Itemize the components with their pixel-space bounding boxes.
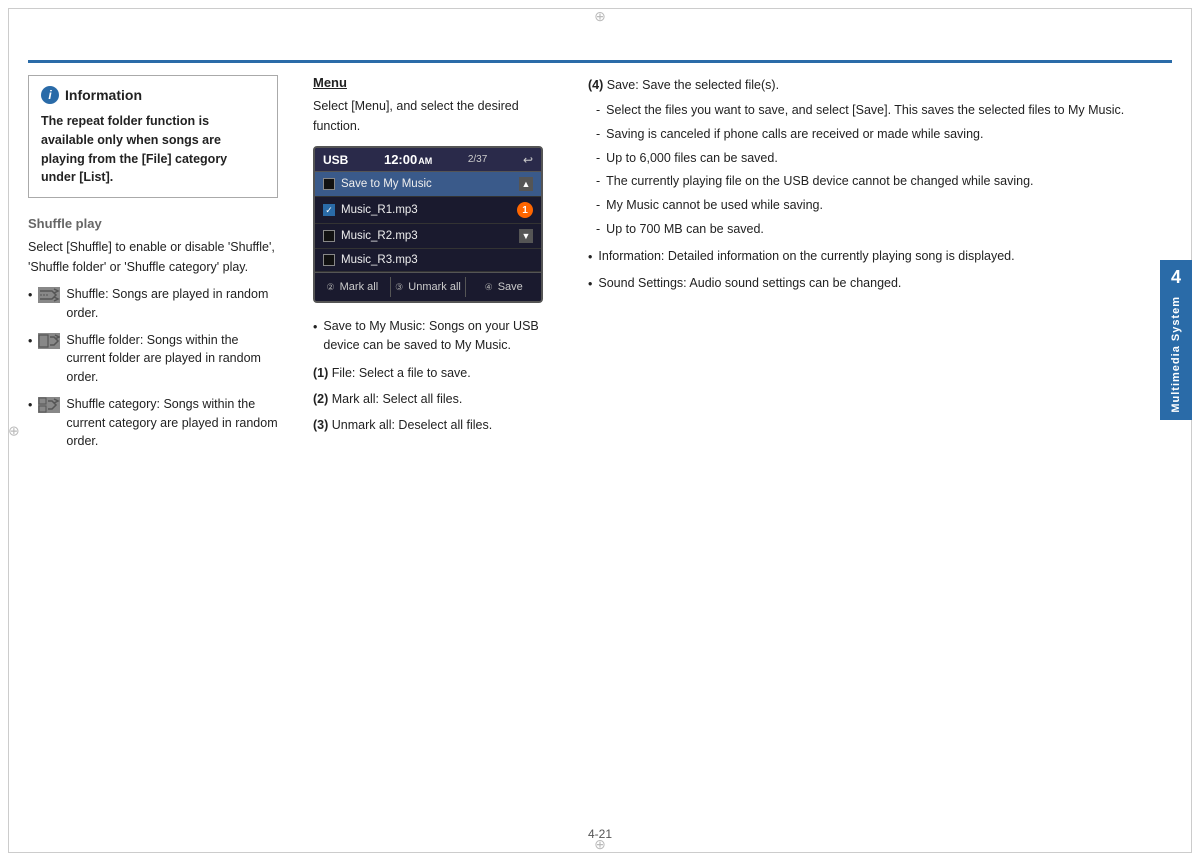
mark-all-num: ② — [327, 282, 335, 292]
shuffle-heading: Shuffle play — [28, 216, 278, 231]
numbered-2: (2) Mark all: Select all files. — [313, 389, 563, 409]
info-box: i Information The repeat folder function… — [28, 75, 278, 198]
shuffle-intro: Select [Shuffle] to enable or disable 'S… — [28, 237, 278, 277]
left-column: i Information The repeat folder function… — [28, 75, 298, 811]
top-center-mark: ⊕ — [594, 8, 606, 25]
usb-row-right-save: ▲ — [519, 177, 533, 191]
usb-row-3-left: Music_R3.mp3 — [323, 254, 418, 266]
mark-all-btn[interactable]: ② Mark all — [315, 277, 391, 297]
usb-row-1-left: ✓ Music_R1.mp3 — [323, 204, 418, 216]
chapter-number: 4 — [1171, 267, 1181, 288]
num-2-text: Mark all: Select all files. — [332, 392, 463, 406]
num-4: (4) — [588, 78, 607, 92]
shuffle-icon-2 — [38, 333, 60, 349]
usb-back-icon[interactable]: ↩ — [523, 153, 533, 167]
scroll-down-btn[interactable]: ▼ — [519, 229, 533, 243]
usb-row-2[interactable]: Music_R2.mp3 ▼ — [315, 224, 541, 249]
shuffle-item-1: Shuffle: Songs are played in random orde… — [66, 285, 278, 323]
num-1-text: File: Select a file to save. — [332, 366, 471, 380]
dash-item-1: Select the files you want to save, and s… — [588, 101, 1150, 120]
menu-intro: Select [Menu], and select the desired fu… — [313, 96, 563, 136]
shuffle-item-2: Shuffle folder: Songs within the current… — [66, 331, 278, 387]
right-bullet-2: Sound Settings: Audio sound settings can… — [588, 274, 1150, 294]
usb-row-2-right: ▼ — [519, 229, 533, 243]
right-bullet-1: Information: Detailed information on the… — [588, 247, 1150, 267]
dash-item-5: My Music cannot be used while saving. — [588, 196, 1150, 215]
usb-time: 12:00AM — [384, 152, 432, 167]
list-item-save: Save to My Music: Songs on your USB devi… — [313, 317, 563, 355]
usb-checkbox-3[interactable] — [323, 254, 335, 266]
usb-checkbox-save[interactable] — [323, 178, 335, 190]
left-middle-mark: ⊕ — [8, 422, 20, 439]
usb-checkbox-1[interactable]: ✓ — [323, 204, 335, 216]
dash-item-3: Up to 6,000 files can be saved. — [588, 149, 1150, 168]
usb-row-save[interactable]: Save to My Music ▲ — [315, 172, 541, 197]
unmark-all-btn[interactable]: ③ Unmark all — [391, 277, 467, 297]
page-number: 4-21 — [588, 827, 612, 841]
usb-header: USB 12:00AM 2/37 ↩ — [315, 148, 541, 172]
usb-filename-1: Music_R1.mp3 — [341, 204, 418, 216]
info-icon: i — [41, 86, 59, 104]
usb-checkbox-2[interactable] — [323, 230, 335, 242]
unmark-all-num: ③ — [395, 282, 403, 292]
num-1: (1) — [313, 366, 332, 380]
usb-filename-save: Save to My Music — [341, 178, 432, 190]
list-item: Shuffle category: Songs within the curre… — [28, 395, 278, 451]
top-line — [28, 60, 1172, 63]
middle-column: Menu Select [Menu], and select the desir… — [298, 75, 578, 811]
dash-item-6: Up to 700 MB can be saved. — [588, 220, 1150, 239]
usb-row-3[interactable]: Music_R3.mp3 — [315, 249, 541, 272]
shuffle-icon-1 — [38, 287, 60, 303]
shuffle-icon-3 — [38, 397, 60, 413]
menu-bullets: Save to My Music: Songs on your USB devi… — [313, 317, 563, 355]
scroll-up-btn[interactable]: ▲ — [519, 177, 533, 191]
list-item: Shuffle folder: Songs within the current… — [28, 331, 278, 387]
dash-item-2: Saving is canceled if phone calls are re… — [588, 125, 1150, 144]
usb-bottom-bar: ② Mark all ③ Unmark all ④ Save — [315, 272, 541, 301]
usb-filename-2: Music_R2.mp3 — [341, 230, 418, 242]
info-body: The repeat folder function is available … — [41, 112, 265, 187]
right-numbered-4: (4) Save: Save the selected file(s). — [588, 75, 1150, 95]
usb-row-1-right: 1 — [517, 202, 533, 218]
numbered-3: (3) Unmark all: Deselect all files. — [313, 415, 563, 435]
unmark-all-label: Unmark all — [408, 281, 461, 293]
dash-list: Select the files you want to save, and s… — [588, 101, 1150, 239]
chapter-label: Multimedia System — [1170, 296, 1182, 413]
usb-screen: USB 12:00AM 2/37 ↩ Save to My Music ▲ — [313, 146, 543, 303]
num-2: (2) — [313, 392, 332, 406]
right-bullets: Information: Detailed information on the… — [588, 247, 1150, 295]
right-column: (4) Save: Save the selected file(s). Sel… — [578, 75, 1150, 811]
num-4-text: Save: Save the selected file(s). — [607, 78, 779, 92]
save-num: ④ — [485, 282, 493, 292]
usb-counter: 2/37 — [468, 154, 487, 165]
main-content: i Information The repeat folder function… — [28, 75, 1150, 811]
usb-row-1[interactable]: ✓ Music_R1.mp3 1 — [315, 197, 541, 224]
save-music-text: Save to My Music: Songs on your USB devi… — [323, 317, 563, 355]
mark-all-label: Mark all — [340, 281, 379, 293]
page-number-area: 4-21 — [0, 827, 1200, 841]
chapter-tab: 4 Multimedia System — [1160, 260, 1192, 420]
save-label: Save — [498, 281, 523, 293]
num-3: (3) — [313, 418, 332, 432]
usb-filename-3: Music_R3.mp3 — [341, 254, 418, 266]
num-3-text: Unmark all: Deselect all files. — [332, 418, 492, 432]
save-btn[interactable]: ④ Save — [466, 277, 541, 297]
list-item: Shuffle: Songs are played in random orde… — [28, 285, 278, 323]
usb-row-2-left: Music_R2.mp3 — [323, 230, 418, 242]
numbered-1: (1) File: Select a file to save. — [313, 363, 563, 383]
dash-item-4: The currently playing file on the USB de… — [588, 172, 1150, 191]
usb-label: USB — [323, 153, 348, 167]
usb-row-left: Save to My Music — [323, 178, 432, 190]
info-heading: Information — [65, 87, 142, 103]
shuffle-list: Shuffle: Songs are played in random orde… — [28, 285, 278, 451]
info-title: i Information — [41, 86, 265, 104]
shuffle-item-3: Shuffle category: Songs within the curre… — [66, 395, 278, 451]
menu-heading: Menu — [313, 75, 563, 90]
counter-badge-1: 1 — [517, 202, 533, 218]
